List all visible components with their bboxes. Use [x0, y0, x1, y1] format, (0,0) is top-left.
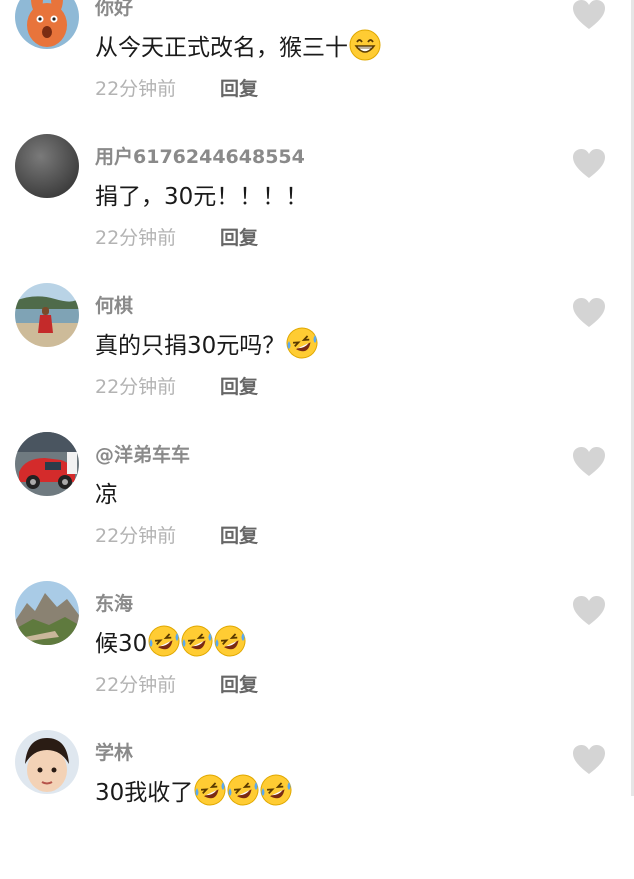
comment-time: 22分钟前 — [95, 525, 177, 547]
reply-button[interactable]: 回复 — [220, 372, 258, 399]
rofl-face-emoji — [260, 774, 292, 806]
comment-item: 用户6176244648554 捐了，30元！！！！ 22分钟前 回复 — [0, 134, 634, 283]
comment-time: 22分钟前 — [95, 78, 177, 100]
heart-icon[interactable] — [572, 446, 606, 478]
rofl-face-emoji — [227, 774, 259, 806]
avatar[interactable] — [15, 283, 79, 347]
comment-text: 捐了，30元！！！！ — [95, 177, 308, 211]
comment-text-content: 30我收了 — [95, 780, 194, 806]
comment-text-content: 凉 — [95, 482, 118, 508]
rofl-face-emoji — [194, 774, 226, 806]
reply-button[interactable]: 回复 — [220, 670, 258, 697]
avatar[interactable] — [15, 730, 79, 794]
comment-item: 你好 从今天正式改名，猴三十 22分钟前 回复 — [0, 0, 634, 134]
comment-text-content: 候30 — [95, 631, 148, 657]
comment-username[interactable]: 东海 — [95, 589, 133, 616]
comment-username[interactable]: 学林 — [95, 738, 133, 765]
comment-username[interactable]: 你好 — [95, 0, 133, 20]
comment-username[interactable]: @洋弟车车 — [95, 440, 190, 467]
avatar[interactable] — [15, 0, 79, 49]
comment-text-content: 从今天正式改名，猴三十 — [95, 35, 348, 61]
comment-item: 东海 候30 22分钟前 回复 — [0, 581, 634, 730]
rofl-face-emoji — [181, 625, 213, 657]
comment-item: 何棋 真的只捐30元吗？ 22分钟前 回复 — [0, 283, 634, 432]
heart-icon[interactable] — [572, 0, 606, 31]
comment-list: 你好 从今天正式改名，猴三十 22分钟前 回复 用户6176244648554 … — [0, 0, 634, 879]
grinning-face-emoji — [349, 29, 381, 61]
comment-item: 学林 30我收了 — [0, 730, 634, 879]
comment-text: 真的只捐30元吗？ — [95, 326, 318, 360]
comment-text: 凉 — [95, 475, 118, 509]
comment-text-content: 真的只捐30元吗？ — [95, 333, 286, 359]
comment-text: 候30 — [95, 624, 246, 658]
comment-text-content: 捐了，30元！！！！ — [95, 184, 309, 210]
comment-item: @洋弟车车 凉 22分钟前 回复 — [0, 432, 634, 581]
heart-icon[interactable] — [572, 148, 606, 180]
heart-icon[interactable] — [572, 297, 606, 329]
reply-button[interactable]: 回复 — [220, 74, 258, 101]
heart-icon[interactable] — [572, 744, 606, 776]
avatar[interactable] — [15, 134, 79, 198]
comment-time: 22分钟前 — [95, 227, 177, 249]
rofl-face-emoji — [286, 327, 318, 359]
rofl-face-emoji — [148, 625, 180, 657]
comment-username[interactable]: 用户6176244648554 — [95, 142, 305, 169]
rofl-face-emoji — [214, 625, 246, 657]
avatar[interactable] — [15, 432, 79, 496]
avatar[interactable] — [15, 581, 79, 645]
comment-time: 22分钟前 — [95, 674, 177, 696]
reply-button[interactable]: 回复 — [220, 521, 258, 548]
comment-text: 从今天正式改名，猴三十 — [95, 28, 381, 62]
comment-username[interactable]: 何棋 — [95, 291, 133, 318]
comment-time: 22分钟前 — [95, 376, 177, 398]
heart-icon[interactable] — [572, 595, 606, 627]
reply-button[interactable]: 回复 — [220, 223, 258, 250]
comment-text: 30我收了 — [95, 773, 292, 807]
